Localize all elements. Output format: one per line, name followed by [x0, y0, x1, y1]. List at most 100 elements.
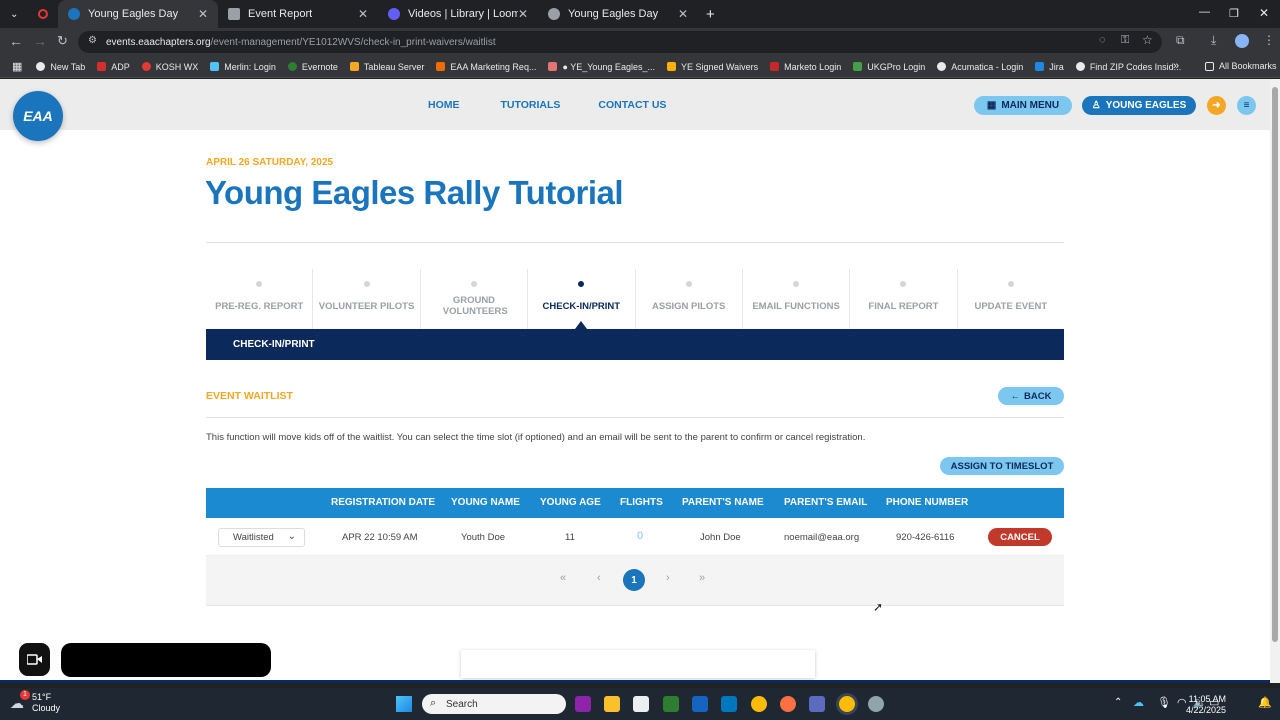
bookmark-item[interactable]: KOSH WX: [141, 62, 198, 72]
step-update-event[interactable]: UPDATE EVENT: [958, 269, 1064, 329]
bookmark-item[interactable]: Tableau Server: [349, 62, 424, 72]
video-camera-icon: [27, 654, 42, 665]
word-icon[interactable]: [692, 696, 708, 712]
key-icon[interactable]: ⚿: [1121, 34, 1129, 47]
all-bookmarks[interactable]: All Bookmarks: [1205, 61, 1277, 71]
windows-start-icon[interactable]: [396, 696, 412, 712]
more-menu-icon[interactable]: ⋮: [1263, 33, 1275, 47]
cancel-button[interactable]: CANCEL: [988, 528, 1052, 546]
bookmark-item[interactable]: Find ZIP Codes Insid...: [1075, 62, 1181, 72]
nav-tutorials[interactable]: TUTORIALS: [501, 99, 561, 111]
profile-avatar[interactable]: [1235, 34, 1249, 48]
file-explorer-icon[interactable]: [604, 696, 620, 712]
first-page-button[interactable]: «: [560, 572, 566, 584]
bookmark-item[interactable]: Acumatica - Login: [937, 62, 1023, 72]
current-page[interactable]: 1: [623, 569, 645, 591]
extensions-icon[interactable]: ⧉: [1176, 33, 1185, 48]
bookmark-item[interactable]: Jira: [1035, 62, 1064, 72]
url-bar[interactable]: ⚙ events.eaachapters.org/event-managemen…: [78, 31, 1162, 53]
more-bookmarks-icon[interactable]: »: [1173, 60, 1179, 72]
prev-page-button[interactable]: ‹: [597, 572, 601, 584]
chrome-icon[interactable]: [751, 696, 767, 712]
main-menu-button[interactable]: ▦ MAIN MENU: [974, 96, 1072, 115]
chevron-up-icon[interactable]: ⌃: [1114, 697, 1122, 708]
outlook-icon[interactable]: [721, 696, 737, 712]
step-assign-pilots[interactable]: ASSIGN PILOTS: [636, 269, 743, 329]
status-select[interactable]: Waitlisted ⌄: [218, 528, 305, 547]
assign-to-timeslot-button[interactable]: ASSIGN TO TIMESLOT: [940, 457, 1064, 475]
bookmark-item[interactable]: YE Signed Waivers: [666, 62, 758, 72]
next-page-button[interactable]: ›: [666, 572, 670, 584]
nav-home[interactable]: HOME: [428, 99, 460, 111]
step-ground-volunteers[interactable]: GROUND VOLUNTEERS: [421, 269, 529, 329]
sub-nav-check-in-print[interactable]: CHECK-IN/PRINT: [233, 339, 315, 350]
teams-icon[interactable]: [809, 696, 825, 712]
bookmark-item[interactable]: ● YE_Young Eagles_...: [548, 62, 655, 72]
close-icon[interactable]: ✕: [678, 7, 688, 21]
bookmark-item[interactable]: ADP: [97, 62, 130, 72]
bookmark-item[interactable]: EAA Marketing Req...: [436, 62, 536, 72]
bookmark-item[interactable]: New Tab: [36, 62, 85, 72]
zip-icon: [1075, 62, 1085, 71]
back-button[interactable]: ← BACK: [998, 387, 1064, 405]
step-pre-reg-report[interactable]: PRE-REG. REPORT: [206, 269, 314, 329]
restore-icon[interactable]: ❐: [1229, 7, 1239, 20]
page-title: Young Eagles Rally Tutorial: [205, 174, 624, 211]
site-info-icon[interactable]: ⚙: [88, 35, 97, 46]
young-eagles-button[interactable]: ♙ YOUNG EAGLES: [1082, 96, 1196, 115]
hamburger-menu-icon[interactable]: ≡: [1237, 96, 1256, 115]
step-check-in-print[interactable]: CHECK-IN/PRINT: [528, 269, 636, 329]
col-registration-date: REGISTRATION DATE: [331, 497, 436, 508]
page-scrollbar[interactable]: [1270, 79, 1280, 683]
cell-flights[interactable]: 0: [637, 530, 643, 542]
download-icon[interactable]: ⤓: [1211, 33, 1216, 48]
close-icon[interactable]: ✕: [198, 7, 208, 21]
last-page-button[interactable]: »: [699, 572, 705, 584]
onedrive-icon[interactable]: ☁: [1133, 696, 1144, 709]
microphone-icon[interactable]: 🎙: [1157, 696, 1171, 709]
divider: [206, 417, 1064, 418]
bookmark-item[interactable]: UKGPro Login: [853, 62, 925, 72]
chevron-down-icon: ⌄: [287, 531, 296, 542]
forward-icon[interactable]: →: [33, 33, 47, 49]
camera-record-button[interactable]: [19, 643, 50, 676]
system-clock[interactable]: 11:05 AM 4/22/2025: [1186, 694, 1226, 716]
minimize-icon[interactable]: —: [1199, 6, 1210, 18]
close-window-icon[interactable]: ✕: [1259, 6, 1269, 20]
chrome-active-icon[interactable]: [839, 696, 855, 712]
reload-icon[interactable]: ↻: [57, 33, 68, 49]
taskbar-search[interactable]: ⌕ Search: [422, 694, 566, 714]
scrollbar-thumb[interactable]: [1272, 87, 1278, 642]
weather-widget[interactable]: ☁ 1 51°F Cloudy: [10, 690, 60, 714]
eaa-logo[interactable]: EAA: [13, 91, 63, 141]
back-icon[interactable]: ←: [9, 33, 23, 49]
star-icon[interactable]: ☆: [1142, 33, 1153, 47]
bookmark-item[interactable]: Merlin: Login: [210, 62, 276, 72]
notifications-icon[interactable]: 🔔: [1258, 696, 1272, 709]
browser-tab[interactable]: Young Eagles Day ✕: [538, 0, 698, 28]
excel-icon[interactable]: [663, 696, 679, 712]
recording-toolbar[interactable]: [61, 643, 271, 677]
logout-icon[interactable]: ➜: [1207, 96, 1226, 115]
close-icon[interactable]: ✕: [518, 7, 528, 21]
nav-contact-us[interactable]: CONTACT US: [598, 99, 666, 111]
apps-grid-icon[interactable]: ▦: [12, 60, 22, 73]
settings-icon[interactable]: [868, 696, 884, 712]
browser-tab[interactable]: Videos | Library | Loom ✕: [378, 0, 538, 28]
step-email-functions[interactable]: EMAIL FUNCTIONS: [743, 269, 851, 329]
step-final-report[interactable]: FINAL REPORT: [850, 269, 958, 329]
browser-tab[interactable]: Young Eagles Day ✕: [58, 0, 218, 28]
step-volunteer-pilots[interactable]: VOLUNTEER PILOTS: [313, 269, 421, 329]
copilot-icon[interactable]: [575, 696, 591, 712]
firefox-icon[interactable]: [780, 696, 796, 712]
browser-tab[interactable]: Event Report ✕: [218, 0, 378, 28]
sub-nav-bar: CHECK-IN/PRINT: [206, 329, 1064, 360]
bookmark-item[interactable]: Marketo Login: [770, 62, 841, 72]
bookmark-item[interactable]: Evernote: [287, 62, 338, 72]
new-tab-icon[interactable]: +: [706, 6, 715, 23]
tab-search-button[interactable]: ⌄: [0, 0, 58, 28]
snipping-tool-icon[interactable]: [633, 696, 649, 712]
jira-icon: [1035, 62, 1045, 71]
close-icon[interactable]: ✕: [358, 7, 368, 21]
eye-off-icon[interactable]: ◌: [1099, 34, 1106, 46]
